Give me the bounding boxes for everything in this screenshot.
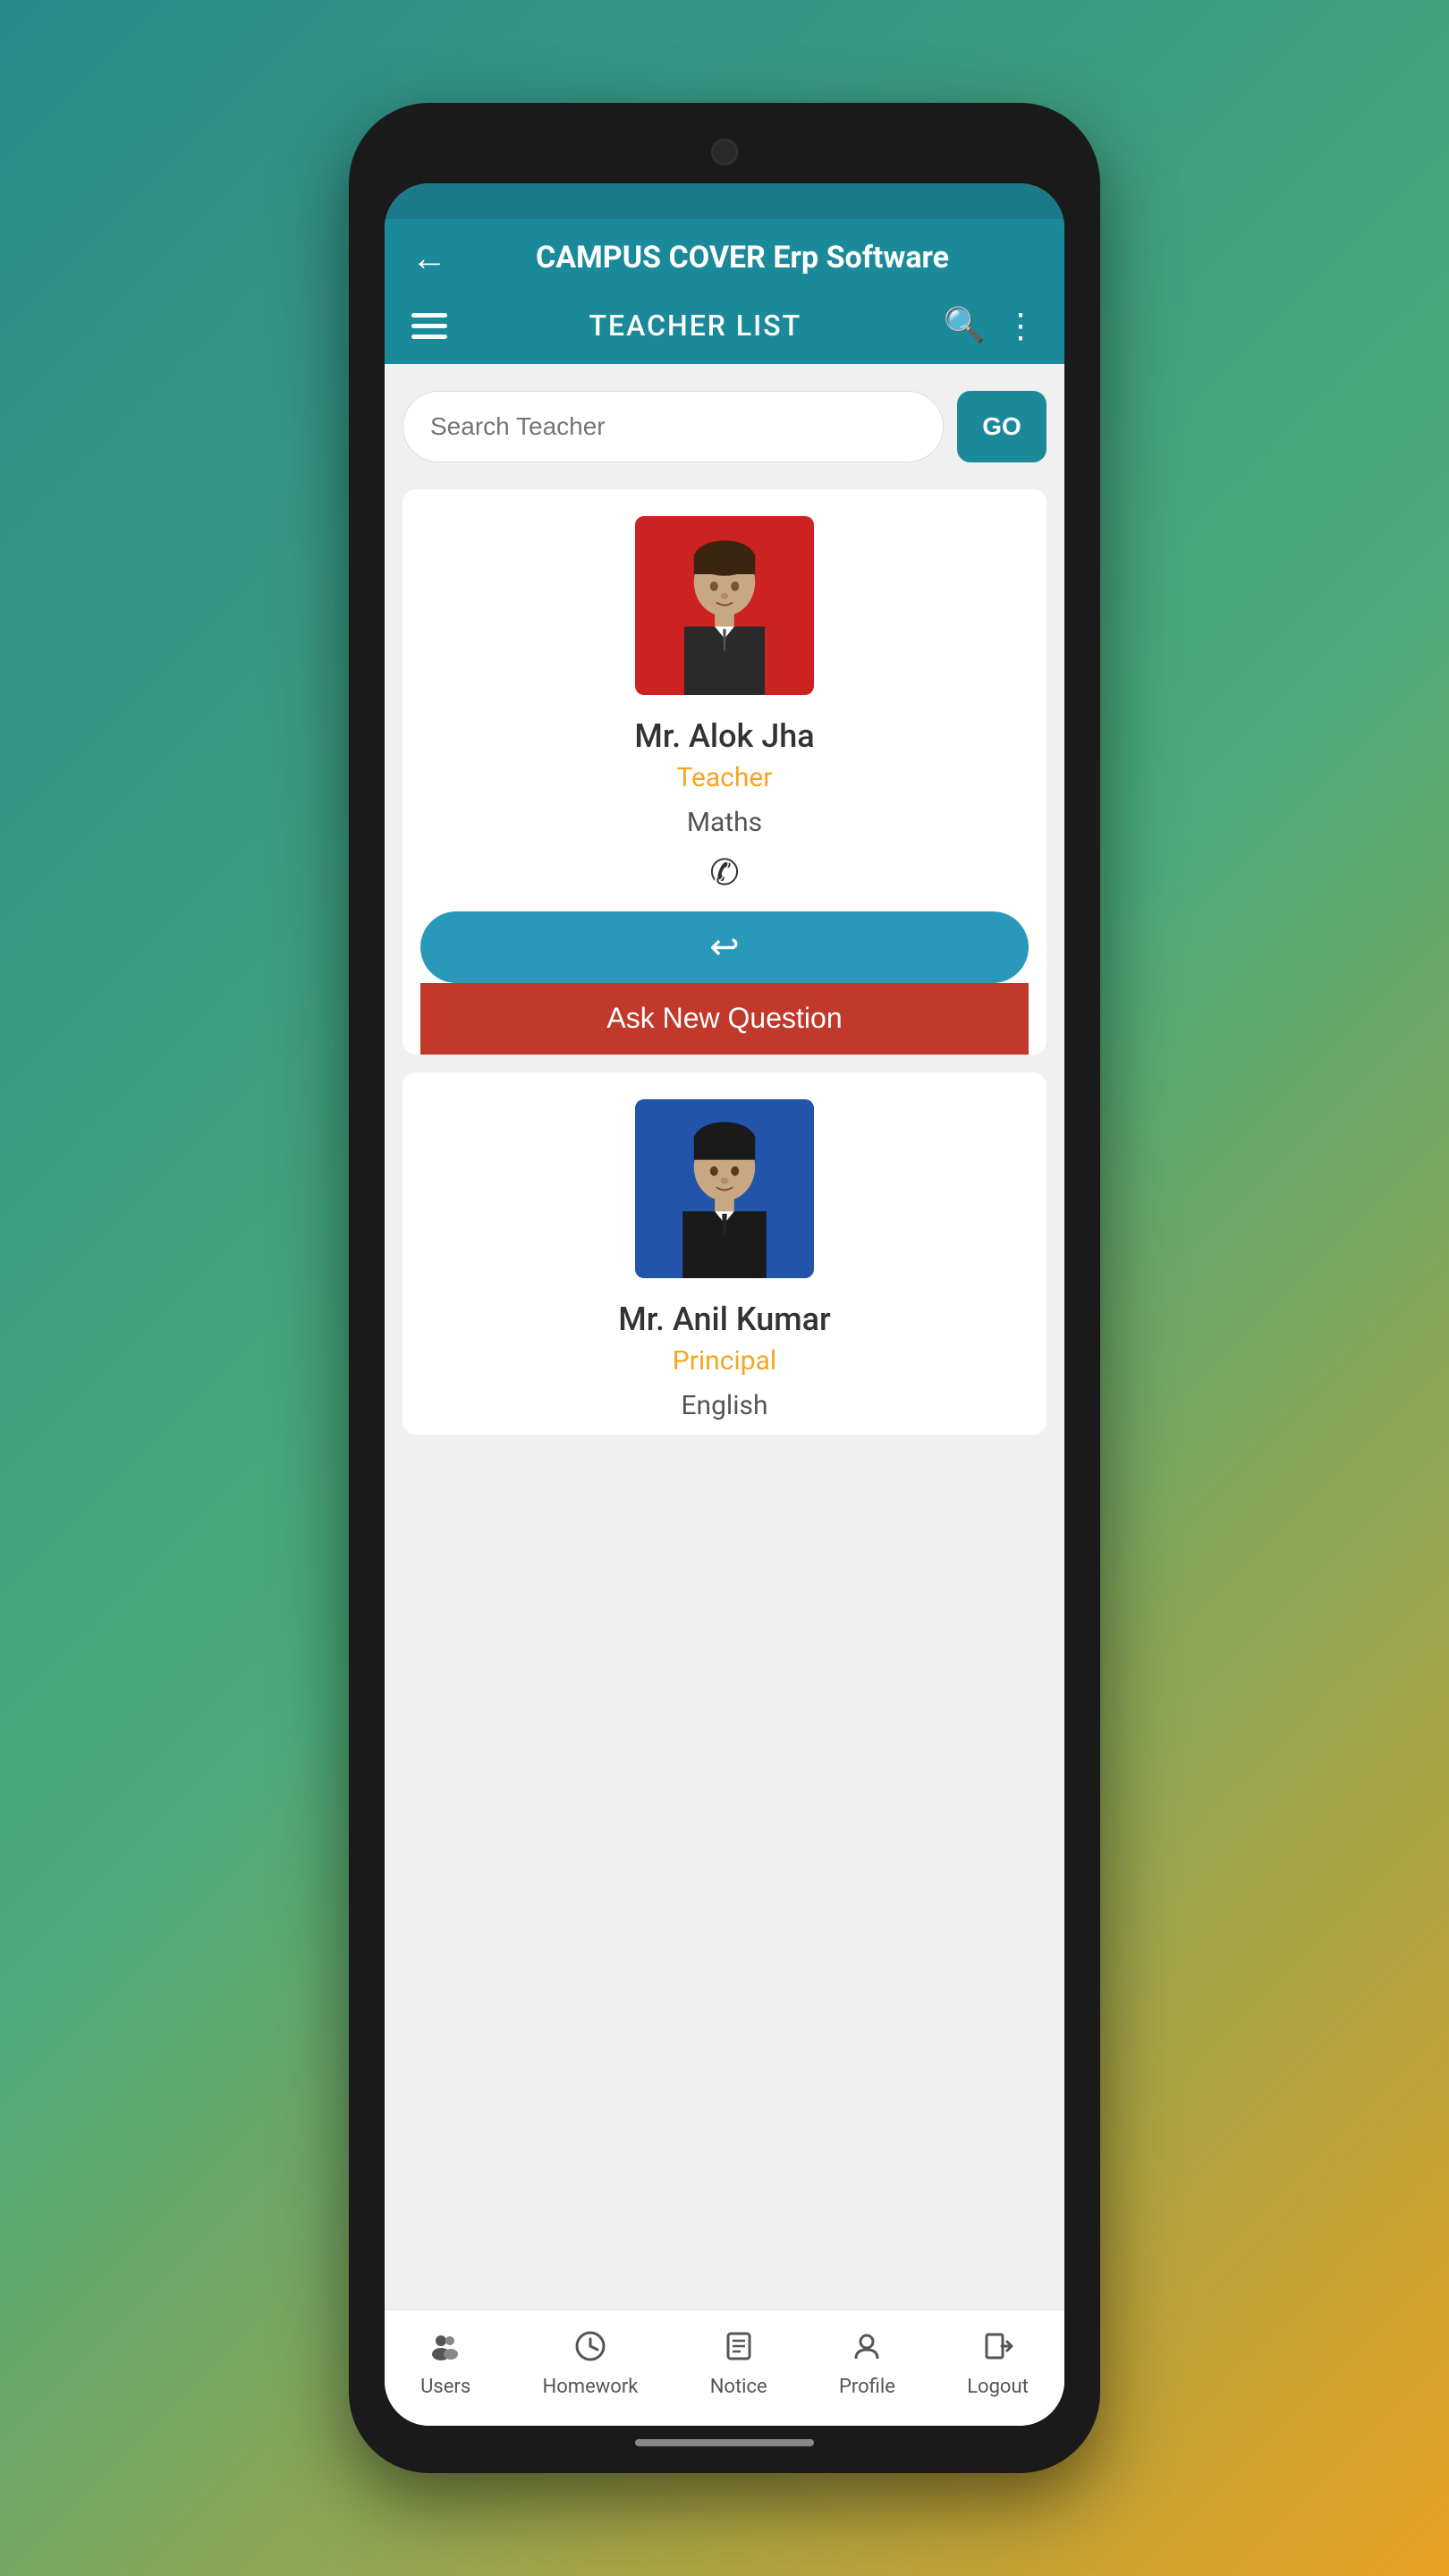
nav-item-homework[interactable]: Homework bbox=[525, 2321, 657, 2407]
phone-device: ← CAMPUS COVER Erp Software TEACHER LIST… bbox=[349, 103, 1100, 2473]
nav-label-users: Users bbox=[420, 2376, 470, 2398]
go-button[interactable]: GO bbox=[957, 391, 1046, 462]
phone-home-indicator bbox=[635, 2439, 814, 2446]
reply-button-alok[interactable]: ↩ bbox=[420, 911, 1029, 983]
avatar-alok-jha bbox=[635, 516, 814, 695]
ask-question-label: Ask New Question bbox=[606, 1002, 842, 1035]
search-input[interactable] bbox=[402, 391, 944, 462]
teacher-subject-anil: English bbox=[681, 1390, 767, 1421]
nav-label-notice: Notice bbox=[710, 2376, 767, 2398]
teacher-role-anil: Principal bbox=[673, 1345, 776, 1377]
profile-icon bbox=[851, 2330, 883, 2370]
teacher-role-alok: Teacher bbox=[677, 762, 773, 793]
menu-button[interactable] bbox=[411, 313, 447, 339]
search-icon[interactable]: 🔍 bbox=[944, 306, 986, 345]
phone-screen: ← CAMPUS COVER Erp Software TEACHER LIST… bbox=[385, 183, 1064, 2426]
more-options-icon[interactable]: ⋮ bbox=[1004, 306, 1038, 346]
nav-label-logout: Logout bbox=[967, 2376, 1029, 2398]
nav-item-notice[interactable]: Notice bbox=[692, 2321, 785, 2407]
avatar-anil-kumar bbox=[635, 1099, 814, 1278]
nav-item-profile[interactable]: Profile bbox=[821, 2321, 913, 2407]
app-header: ← CAMPUS COVER Erp Software bbox=[385, 219, 1064, 297]
teacher-card-alok-jha: Mr. Alok Jha Teacher Maths ✆ ↩ Ask New Q… bbox=[402, 489, 1046, 1055]
bottom-nav: Users Homework bbox=[385, 2309, 1064, 2426]
nav-item-logout[interactable]: Logout bbox=[949, 2321, 1046, 2407]
nav-label-homework: Homework bbox=[543, 2376, 639, 2398]
users-icon bbox=[429, 2330, 462, 2370]
toolbar-title: TEACHER LIST bbox=[589, 309, 802, 343]
toolbar: TEACHER LIST 🔍 ⋮ bbox=[385, 297, 1064, 364]
ask-question-button-alok[interactable]: Ask New Question bbox=[420, 983, 1029, 1055]
teacher-name-alok: Mr. Alok Jha bbox=[634, 717, 814, 755]
nav-item-users[interactable]: Users bbox=[402, 2321, 488, 2407]
notice-icon bbox=[723, 2330, 755, 2370]
teacher-card-anil-kumar: Mr. Anil Kumar Principal English bbox=[402, 1072, 1046, 1435]
app-title: CAMPUS COVER Erp Software bbox=[447, 240, 1038, 275]
logout-icon bbox=[982, 2330, 1014, 2370]
nav-label-profile: Profile bbox=[839, 2376, 895, 2398]
reply-icon: ↩ bbox=[709, 927, 740, 968]
back-button[interactable]: ← bbox=[411, 237, 447, 279]
homework-icon bbox=[574, 2330, 606, 2370]
teacher-subject-alok: Maths bbox=[687, 807, 762, 838]
teacher-name-anil: Mr. Anil Kumar bbox=[618, 1301, 830, 1338]
phone-call-icon-alok[interactable]: ✆ bbox=[709, 852, 740, 894]
toolbar-icons: 🔍 ⋮ bbox=[944, 306, 1038, 346]
content-area: GO bbox=[385, 364, 1064, 2309]
search-bar: GO bbox=[402, 391, 1046, 462]
status-bar bbox=[385, 183, 1064, 219]
phone-camera bbox=[711, 139, 738, 165]
card-buttons-alok: ↩ Ask New Question bbox=[420, 911, 1029, 1055]
